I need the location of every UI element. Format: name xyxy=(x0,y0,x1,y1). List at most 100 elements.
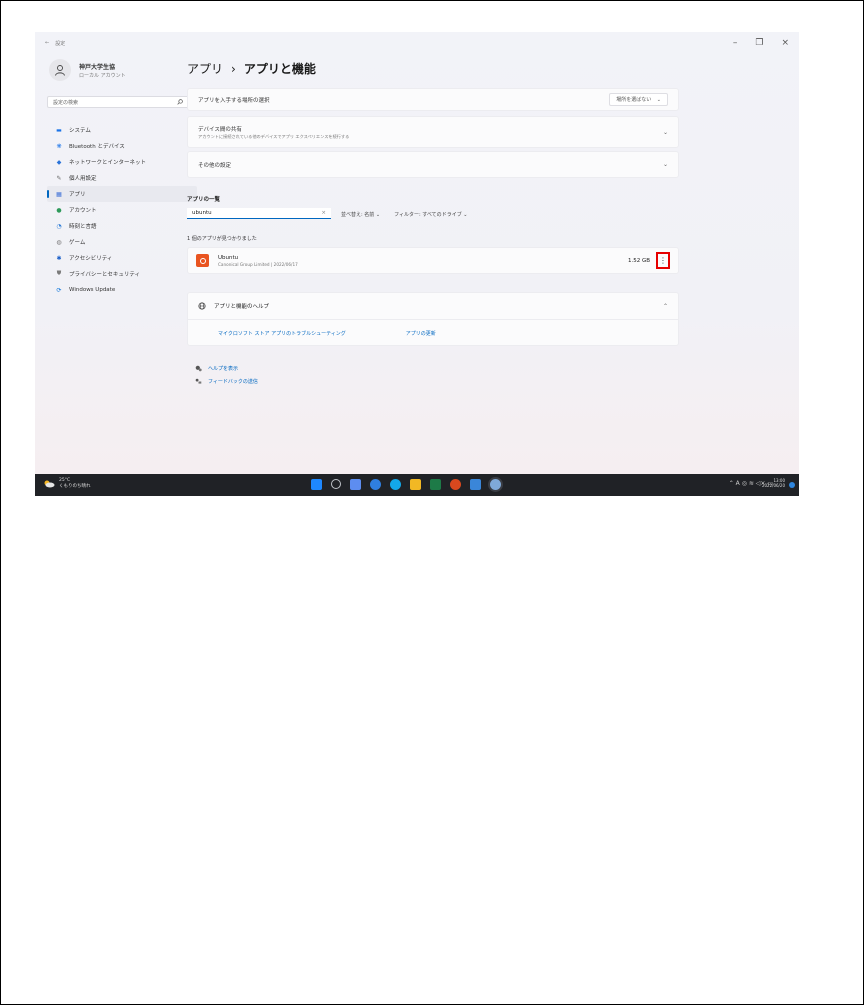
install-source-setting: アプリを入手する場所の選択 場所を選ばない ⌄ xyxy=(187,88,679,111)
results-count: 1 個のアプリが見つかりました xyxy=(187,236,257,242)
window-controls: – ❐ × xyxy=(733,38,789,48)
ubuntu-logo-icon xyxy=(196,254,209,267)
system-icon: ▬ xyxy=(56,126,62,134)
brush-icon: ✎ xyxy=(56,174,62,182)
settings-gear-icon[interactable] xyxy=(490,479,501,490)
sidebar-item-label: 個人用設定 xyxy=(69,176,97,182)
word-icon[interactable] xyxy=(470,479,481,490)
app-publisher: Canonical Group Limited | 2022/06/17 xyxy=(218,261,298,267)
taskbar-apps xyxy=(311,479,501,490)
edge-icon[interactable] xyxy=(390,479,401,490)
task-view-icon[interactable] xyxy=(350,479,361,490)
chevron-up-icon[interactable]: ⌃ xyxy=(663,303,668,310)
notification-icon[interactable] xyxy=(789,482,795,488)
window-title: 設定 xyxy=(55,41,66,47)
weather-desc: くもりのち晴れ xyxy=(59,484,91,489)
shield-icon: ⛊ xyxy=(56,270,62,277)
filter-dropdown[interactable]: フィルター: すべてのドライブ ⌄ xyxy=(394,211,467,218)
user-name: 神戸大学生協 xyxy=(79,63,116,71)
chevron-down-icon: ⌄ xyxy=(656,97,661,103)
apps-icon: ▦ xyxy=(56,190,62,198)
sidebar-item-label: アクセシビリティ xyxy=(69,256,113,262)
weather-widget[interactable]: 25°C くもりのち晴れ xyxy=(43,478,91,489)
list-item[interactable]: Ubuntu Canonical Group Limited | 2022/06… xyxy=(187,247,679,274)
close-button[interactable]: × xyxy=(781,38,789,48)
more-options-button[interactable]: ⋮ xyxy=(656,252,670,269)
user-profile[interactable]: 神戸大学生協 ローカル アカウント xyxy=(49,59,126,81)
sidebar-item-time-language[interactable]: ◔ 時刻と言語 xyxy=(47,218,197,234)
taskbar: 25°C くもりのち晴れ ⌃ A ◎ ≋ ◁× ▭ 13:00 2022/06/… xyxy=(35,474,799,496)
powerpoint-icon[interactable] xyxy=(450,479,461,490)
sidebar-item-apps[interactable]: ▦ アプリ xyxy=(47,186,197,202)
minimize-button[interactable]: – xyxy=(733,38,738,48)
help-section: アプリと機能のヘルプ ⌃ マイクロソフト ストア アプリのトラブルシューティング… xyxy=(187,292,679,346)
update-icon: ⟳ xyxy=(56,286,62,294)
sidebar-item-label: システム xyxy=(69,128,91,134)
feedback-label: フィードバックの送信 xyxy=(208,379,258,385)
clock-globe-icon: ◔ xyxy=(56,222,62,230)
sidebar-item-network[interactable]: ◆ ネットワークとインターネット xyxy=(47,154,197,170)
bluetooth-icon: ❋ xyxy=(56,142,62,150)
wifi-icon: ◆ xyxy=(56,158,62,166)
sidebar-item-privacy[interactable]: ⛊ プライバシーとセキュリティ xyxy=(47,266,197,282)
feedback-icon xyxy=(195,378,202,384)
sidebar-item-label: アカウント xyxy=(69,208,97,214)
breadcrumb-parent[interactable]: アプリ xyxy=(187,60,223,77)
app-size: 1.52 GB xyxy=(627,257,650,264)
device-sharing-setting[interactable]: デバイス間の共有 アカウントに接続されている他のデバイスでアプリ エクスペリエン… xyxy=(187,116,679,148)
install-source-value: 場所を選ばない xyxy=(616,97,652,103)
globe-icon xyxy=(198,302,206,310)
account-icon: ● xyxy=(56,206,62,214)
get-help-link[interactable]: ヘルプを表示 xyxy=(195,362,258,375)
clear-icon[interactable]: × xyxy=(321,210,326,216)
search-icon xyxy=(177,99,183,105)
clock[interactable]: 13:00 2022/06/20 xyxy=(762,478,785,488)
device-sharing-desc: アカウントに接続されている他のデバイスでアプリ エクスペリエンスを続行する xyxy=(198,133,350,139)
excel-icon[interactable] xyxy=(430,479,441,490)
chat-icon[interactable] xyxy=(370,479,381,490)
device-sharing-label: デバイス間の共有 xyxy=(198,126,242,133)
maximize-button[interactable]: ❐ xyxy=(755,38,763,48)
sidebar-item-windows-update[interactable]: ⟳ Windows Update xyxy=(47,282,197,298)
sidebar-item-label: Windows Update xyxy=(69,287,116,293)
sidebar-item-system[interactable]: ▬ システム xyxy=(47,122,197,138)
back-arrow-icon[interactable]: ← xyxy=(45,40,49,47)
sidebar-item-label: 時刻と言語 xyxy=(69,224,97,230)
sidebar-item-gaming[interactable]: ◍ ゲーム xyxy=(47,234,197,250)
sort-dropdown[interactable]: 並べ替え: 名前 ⌄ xyxy=(341,211,380,218)
account-type: ローカル アカウント xyxy=(79,72,126,79)
troubleshoot-link[interactable]: マイクロソフト ストア アプリのトラブルシューティング xyxy=(218,330,346,337)
nav-header: ← 設定 xyxy=(45,40,65,47)
file-explorer-icon[interactable] xyxy=(410,479,421,490)
app-update-link[interactable]: アプリの更新 xyxy=(406,330,436,337)
more-settings[interactable]: その他の設定 ⌄ xyxy=(187,151,679,178)
app-name: Ubuntu xyxy=(218,254,239,261)
sidebar-item-accounts[interactable]: ● アカウント xyxy=(47,202,197,218)
help-person-icon xyxy=(195,365,202,372)
sidebar-item-accessibility[interactable]: ✱ アクセシビリティ xyxy=(47,250,197,266)
app-list-title: アプリの一覧 xyxy=(187,197,221,203)
help-links: マイクロソフト ストア アプリのトラブルシューティング アプリの更新 xyxy=(188,320,678,346)
footer-links: ヘルプを表示 フィードバックの送信 xyxy=(195,362,258,388)
app-filter-value: ubuntu xyxy=(192,210,212,216)
app-filter-input[interactable]: ubuntu × xyxy=(187,208,331,219)
get-help-label: ヘルプを表示 xyxy=(208,366,239,372)
feedback-link[interactable]: フィードバックの送信 xyxy=(195,375,258,388)
settings-search-input[interactable]: 設定の検索 xyxy=(47,96,189,108)
sidebar-item-label: ゲーム xyxy=(69,240,86,246)
gamepad-icon: ◍ xyxy=(56,238,62,246)
sidebar-item-personalization[interactable]: ✎ 個人用設定 xyxy=(47,170,197,186)
help-header[interactable]: アプリと機能のヘルプ ⌃ xyxy=(188,293,678,320)
search-icon[interactable] xyxy=(331,479,341,489)
page-title: アプリと機能 xyxy=(243,62,316,76)
sidebar-item-label: Bluetooth とデバイス xyxy=(69,144,125,150)
clock-date: 2022/06/20 xyxy=(761,483,785,489)
sidebar-item-label: プライバシーとセキュリティ xyxy=(69,272,141,278)
start-icon[interactable] xyxy=(311,479,322,490)
sidebar-item-bluetooth[interactable]: ❋ Bluetooth とデバイス xyxy=(47,138,197,154)
chevron-down-icon[interactable]: ⌄ xyxy=(663,161,668,168)
install-source-dropdown[interactable]: 場所を選ばない ⌄ xyxy=(609,93,668,106)
breadcrumb: アプリ › アプリと機能 xyxy=(187,60,316,77)
help-title: アプリと機能のヘルプ xyxy=(214,304,270,310)
chevron-down-icon[interactable]: ⌄ xyxy=(663,129,668,136)
